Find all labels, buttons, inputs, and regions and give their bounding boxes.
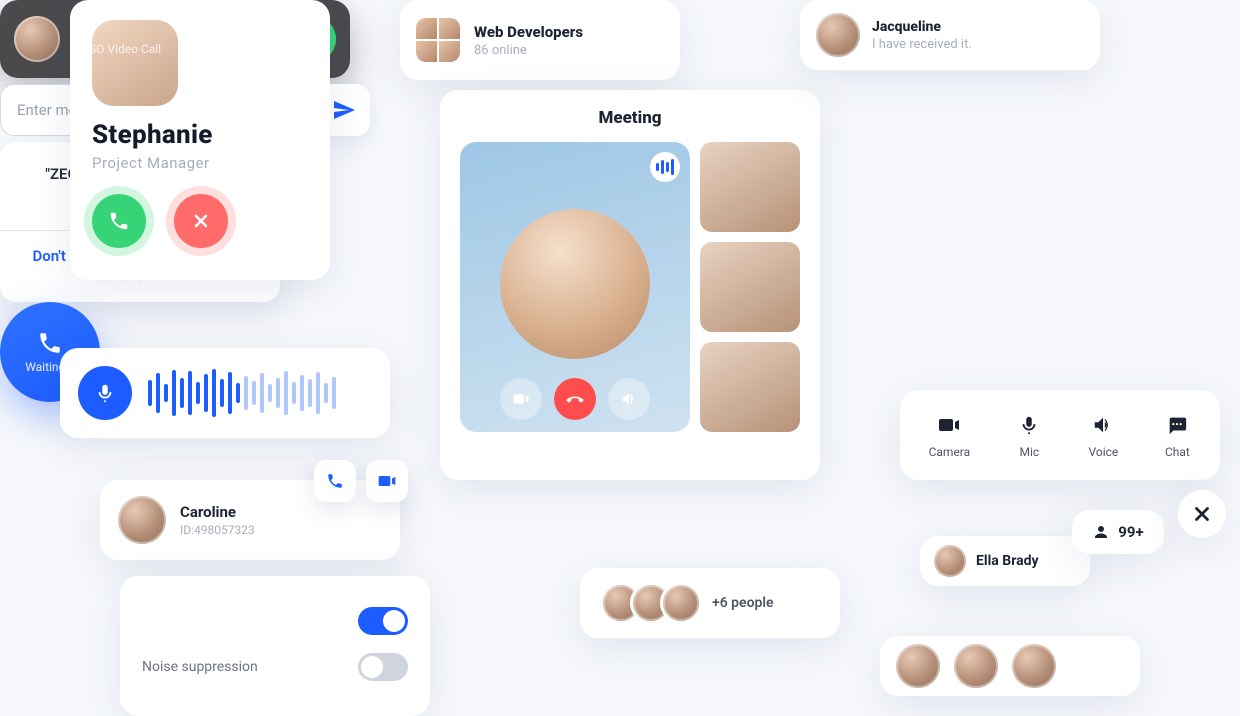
toolbar-camera-label: Camera bbox=[929, 445, 971, 459]
contact-name: Caroline bbox=[180, 503, 382, 521]
user-name-pill[interactable]: Ella Brady bbox=[920, 536, 1090, 586]
decline-call-button[interactable] bbox=[174, 194, 228, 248]
video-icon bbox=[937, 413, 961, 437]
people-chip[interactable]: +6 people bbox=[580, 568, 840, 638]
profile-role: Project Manager bbox=[92, 154, 308, 172]
toolbar-chat-label: Chat bbox=[1165, 445, 1190, 459]
call-subtitle: ZEGO Video Call bbox=[74, 42, 216, 56]
chat-last-message: I have received it. bbox=[872, 37, 972, 52]
group-title: Web Developers bbox=[474, 23, 583, 41]
toolbar-chat-button[interactable]: Chat bbox=[1163, 411, 1191, 459]
avatar-strip bbox=[880, 636, 1140, 696]
phone-icon bbox=[37, 330, 63, 356]
meeting-main-video[interactable] bbox=[460, 142, 690, 432]
contact-avatar bbox=[118, 496, 166, 544]
strip-avatar bbox=[896, 644, 940, 688]
speaker-icon bbox=[620, 390, 638, 408]
meeting-card: Meeting bbox=[440, 90, 820, 480]
close-icon bbox=[191, 211, 211, 231]
avatar-stack bbox=[600, 582, 702, 624]
close-icon bbox=[1191, 503, 1213, 525]
close-button[interactable] bbox=[1178, 490, 1226, 538]
speaking-indicator-icon bbox=[650, 152, 680, 182]
settings-card: Noise suppression bbox=[120, 576, 430, 716]
video-icon bbox=[377, 471, 397, 491]
phone-icon bbox=[108, 210, 130, 232]
speaker-icon bbox=[1092, 414, 1114, 436]
microphone-icon bbox=[1018, 414, 1040, 436]
fab-label: Waiting... bbox=[25, 360, 75, 374]
participant-thumb-1[interactable] bbox=[700, 142, 800, 232]
phone-icon bbox=[326, 472, 344, 490]
group-avatar-grid bbox=[416, 18, 460, 62]
participant-thumb-3[interactable] bbox=[700, 342, 800, 432]
chat-icon bbox=[1166, 414, 1188, 436]
video-icon bbox=[512, 390, 530, 408]
microphone-button[interactable] bbox=[78, 366, 132, 420]
voice-waveform-card bbox=[60, 348, 390, 438]
toolbar-voice-label: Voice bbox=[1088, 445, 1118, 459]
audio-call-button[interactable] bbox=[314, 460, 356, 502]
end-call-button[interactable] bbox=[554, 378, 596, 420]
noise-suppression-label: Noise suppression bbox=[142, 659, 258, 675]
toggle-video-button[interactable] bbox=[500, 378, 542, 420]
participant-count: 99+ bbox=[1118, 523, 1143, 541]
meeting-title: Meeting bbox=[460, 108, 800, 128]
participant-count-pill[interactable]: 99+ bbox=[1072, 510, 1164, 554]
toolbar-camera-button[interactable]: Camera bbox=[929, 411, 971, 459]
toggle-speaker-button[interactable] bbox=[608, 378, 650, 420]
accept-call-button[interactable] bbox=[92, 194, 146, 248]
caller-avatar bbox=[14, 16, 60, 62]
noise-suppression-toggle[interactable] bbox=[358, 653, 408, 681]
profile-name: Stephanie bbox=[92, 120, 308, 150]
strip-avatar bbox=[954, 644, 998, 688]
setting-toggle-1[interactable] bbox=[358, 607, 408, 635]
audio-waveform bbox=[148, 368, 372, 418]
participant-thumb-2[interactable] bbox=[700, 242, 800, 332]
profile-avatar bbox=[92, 20, 178, 106]
people-count-label: +6 people bbox=[712, 595, 774, 611]
toolbar-voice-button[interactable]: Voice bbox=[1088, 411, 1118, 459]
chat-sender-name: Jacqueline bbox=[872, 19, 972, 35]
toolbar-mic-label: Mic bbox=[1019, 445, 1039, 459]
contact-chip[interactable]: Caroline ID:498057323 bbox=[100, 480, 400, 560]
microphone-icon bbox=[94, 382, 116, 404]
toolbar-mic-button[interactable]: Mic bbox=[1015, 411, 1043, 459]
group-header[interactable]: Web Developers 86 online bbox=[400, 0, 680, 80]
phone-hangup-icon bbox=[565, 389, 585, 409]
video-call-button[interactable] bbox=[366, 460, 408, 502]
pill-name: Ella Brady bbox=[976, 553, 1039, 569]
person-icon bbox=[1092, 523, 1110, 541]
contact-id: ID:498057323 bbox=[180, 523, 382, 537]
pill-avatar bbox=[934, 545, 966, 577]
group-online-count: 86 online bbox=[474, 43, 583, 58]
chat-preview[interactable]: Jacqueline I have received it. bbox=[800, 0, 1100, 70]
media-toolbar: Camera Mic Voice Chat bbox=[900, 390, 1220, 480]
strip-avatar bbox=[1012, 644, 1056, 688]
send-icon bbox=[332, 98, 356, 122]
chat-avatar bbox=[816, 13, 860, 57]
